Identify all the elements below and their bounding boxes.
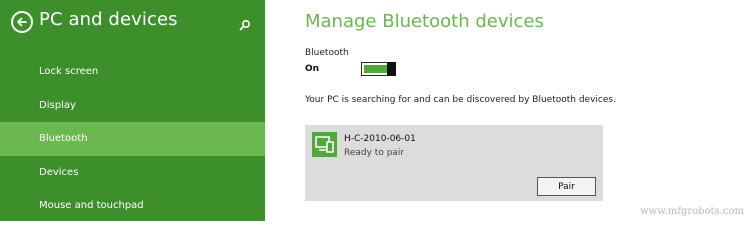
- bluetooth-label: Bluetooth: [305, 48, 349, 58]
- bluetooth-state: On: [305, 64, 320, 74]
- device-icon: [312, 132, 337, 157]
- sidebar-item-display[interactable]: Display: [0, 89, 265, 123]
- back-arrow-icon: [17, 17, 27, 27]
- toggle-thumb[interactable]: [387, 62, 396, 76]
- search-status-text: Your PC is searching for and can be disc…: [305, 95, 616, 105]
- pair-button[interactable]: Pair: [537, 177, 596, 196]
- device-status: Ready to pair: [344, 148, 405, 158]
- bluetooth-toggle[interactable]: [361, 62, 396, 76]
- device-name: H-C-2010-06-01: [344, 134, 416, 144]
- sidebar-item-lock-screen[interactable]: Lock screen: [0, 55, 265, 89]
- search-icon[interactable]: [239, 16, 251, 31]
- back-button[interactable]: [11, 11, 33, 33]
- toggle-fill: [364, 65, 388, 73]
- sidebar-item-devices[interactable]: Devices: [0, 156, 265, 190]
- page-title: Manage Bluetooth devices: [305, 11, 544, 32]
- sidebar-item-bluetooth[interactable]: Bluetooth: [0, 122, 265, 156]
- sidebar-item-mouse-and-touchpad[interactable]: Mouse and touchpad: [0, 189, 265, 223]
- sidebar-nav: Lock screen Display Bluetooth Devices Mo…: [0, 55, 265, 223]
- watermark: www.mfgrobots.com: [640, 206, 744, 217]
- device-card[interactable]: H-C-2010-06-01 Ready to pair Pair: [305, 125, 603, 201]
- sidebar: PC and devices Lock screen Display Bluet…: [0, 0, 265, 221]
- sidebar-title: PC and devices: [39, 9, 178, 30]
